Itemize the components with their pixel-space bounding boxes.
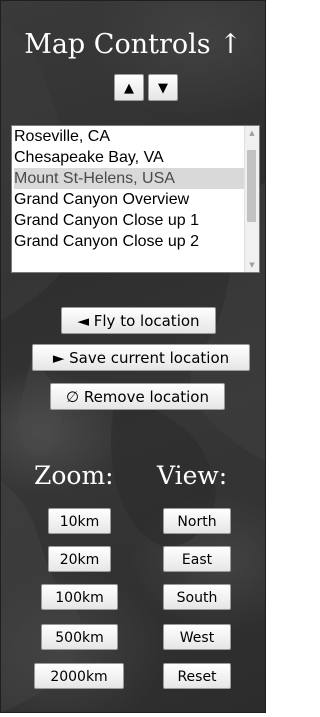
view-east-button[interactable]: East [163,546,231,572]
view-south-button[interactable]: South [163,584,231,610]
scroll-down-arrow-icon[interactable]: ▼ [245,258,259,272]
location-item-chesapeake-bay[interactable]: Chesapeake Bay, VA [14,147,244,168]
scroll-up-arrow-icon[interactable]: ▲ [245,126,259,140]
move-down-button[interactable]: ▼ [148,74,178,101]
location-item-mount-st-helens[interactable]: Mount St-Helens, USA [14,168,244,189]
remove-location-button[interactable]: ∅ Remove location [50,383,225,410]
move-up-button[interactable]: ▲ [114,74,144,101]
panel-title: Map Controls ↑ [24,29,242,60]
view-reset-button[interactable]: Reset [163,663,231,689]
zoom-20km-button[interactable]: 20km [48,546,111,572]
location-list[interactable]: Roseville, CA Chesapeake Bay, VA Mount S… [11,125,260,273]
location-item-grand-canyon-close-up-1[interactable]: Grand Canyon Close up 1 [14,210,244,231]
location-item-grand-canyon-overview[interactable]: Grand Canyon Overview [14,189,244,210]
zoom-2000km-button[interactable]: 2000km [34,663,124,689]
location-item-roseville[interactable]: Roseville, CA [14,126,244,147]
zoom-10km-button[interactable]: 10km [48,508,111,534]
zoom-100km-button[interactable]: 100km [41,584,118,610]
scroll-thumb[interactable] [247,150,256,222]
map-controls-panel: Map Controls ↑ ▲ ▼ Roseville, CA Chesape… [0,0,266,713]
zoom-label: Zoom: [34,461,114,490]
fly-to-location-button[interactable]: ◄ Fly to location [61,307,216,334]
view-north-button[interactable]: North [163,508,231,534]
list-scrollbar[interactable]: ▲ ▼ [244,126,259,272]
zoom-500km-button[interactable]: 500km [41,624,118,650]
view-label: View: [157,461,228,490]
location-item-grand-canyon-close-up-2[interactable]: Grand Canyon Close up 2 [14,231,244,252]
save-current-location-button[interactable]: ► Save current location [32,344,250,371]
view-west-button[interactable]: West [163,624,231,650]
